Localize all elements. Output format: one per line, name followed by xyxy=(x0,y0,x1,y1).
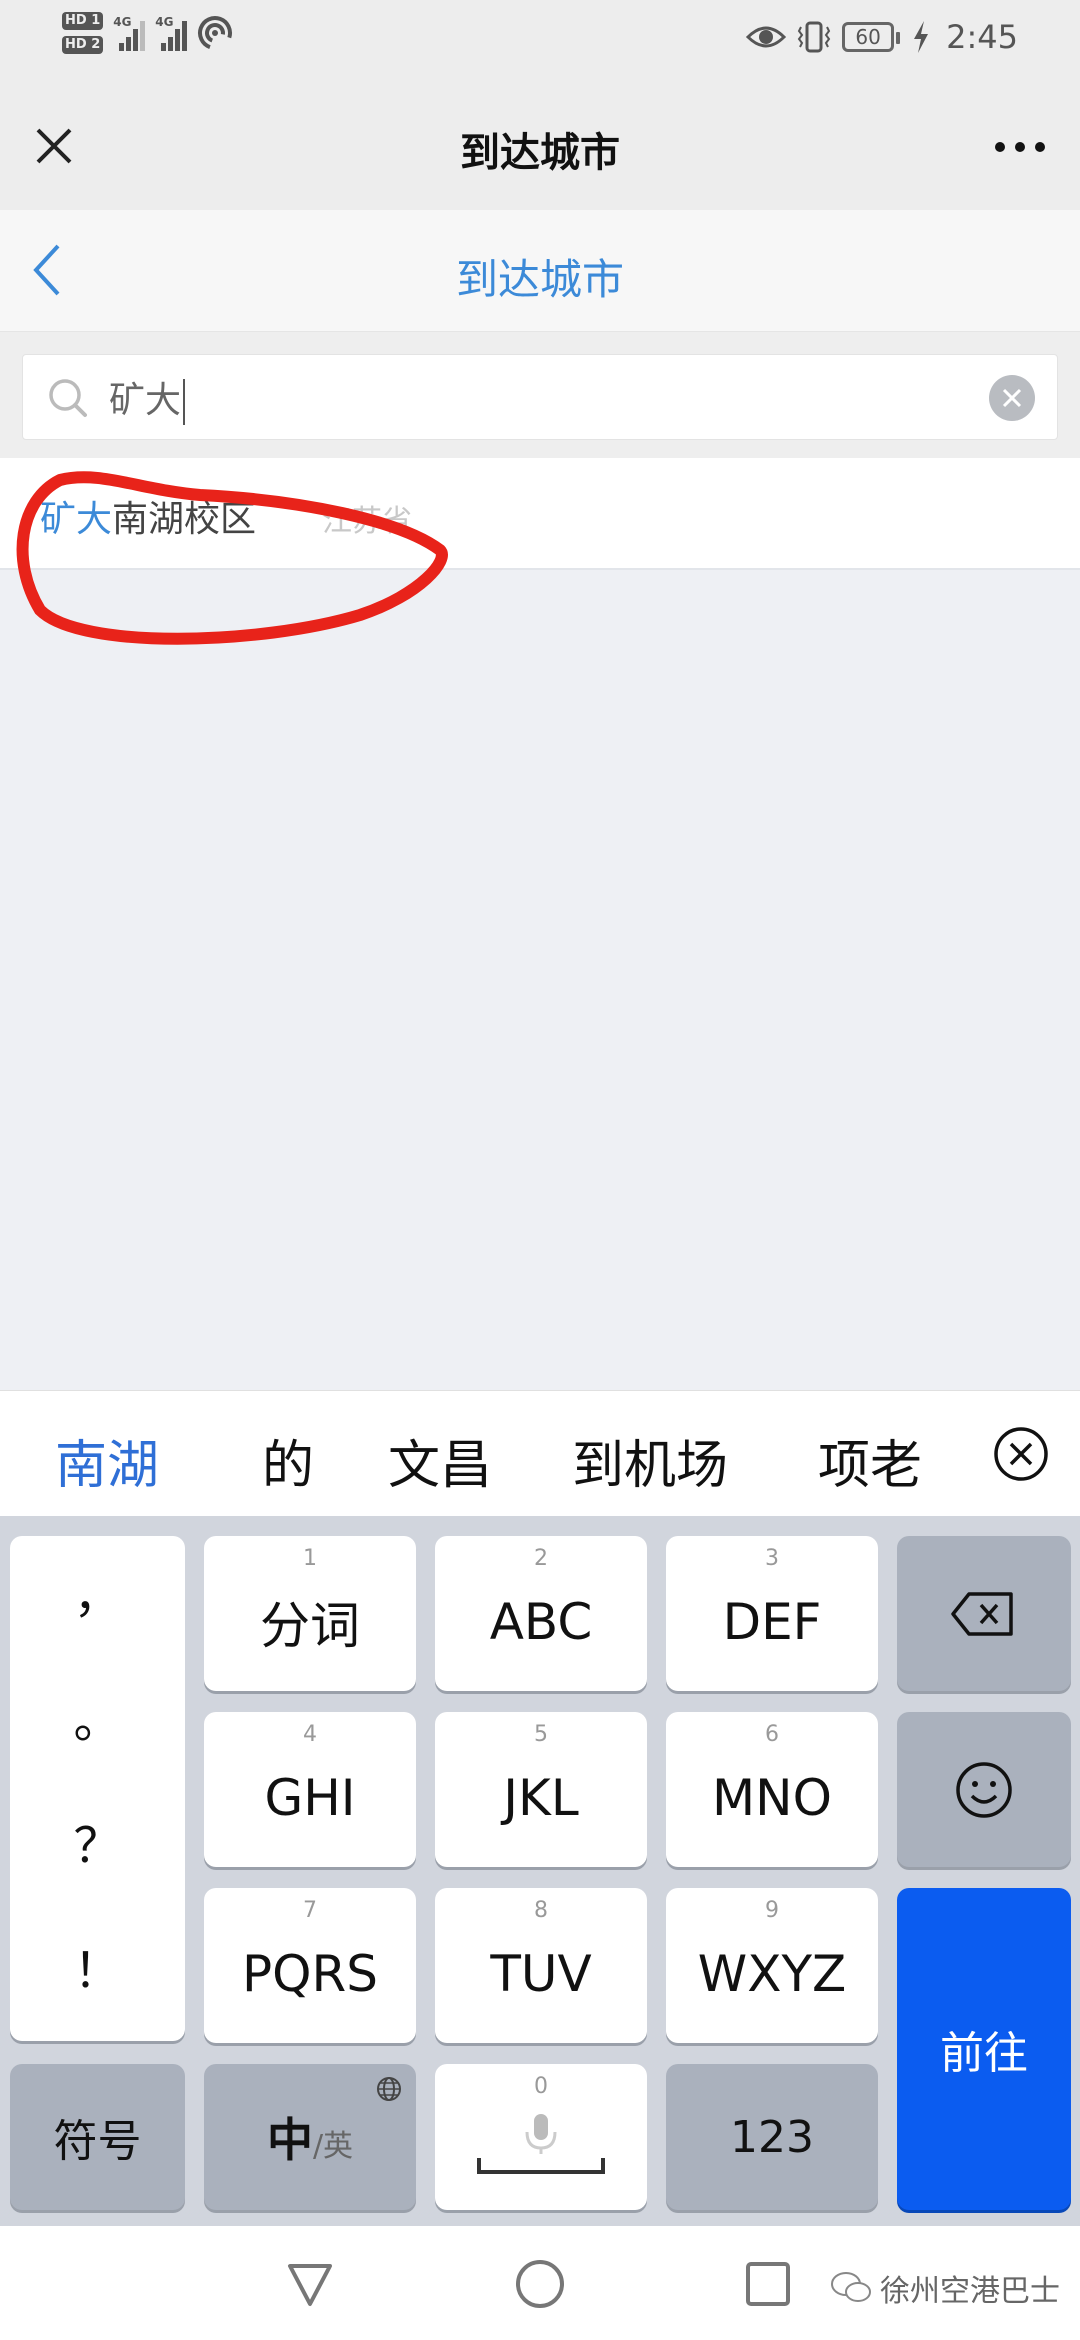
sub-navbar: 到达城市 xyxy=(0,210,1080,332)
app-header: 到达城市 xyxy=(0,80,1080,210)
hotspot-icon xyxy=(198,16,233,50)
candidate-item[interactable]: 到机场 xyxy=(572,1423,728,1498)
backspace-icon xyxy=(951,1591,1013,1636)
candidate-item[interactable]: 的 xyxy=(262,1423,314,1498)
punctuation-column[interactable]: ， 。 ？ ！ xyxy=(10,1536,185,2041)
signal-icon-1: 4G xyxy=(113,15,146,51)
clear-search-button[interactable] xyxy=(989,375,1035,421)
back-triangle-icon[interactable] xyxy=(280,2254,340,2314)
empty-content-area xyxy=(0,570,1080,1390)
system-nav-bar: 徐州空港巴士 xyxy=(0,2226,1080,2340)
globe-icon xyxy=(377,2077,401,2101)
clock: 2:45 xyxy=(946,18,1018,56)
watermark: 徐州空港巴士 xyxy=(830,2266,1060,2310)
subnav-title: 到达城市 xyxy=(455,255,624,304)
emoji-icon xyxy=(956,1761,1012,1818)
wechat-icon xyxy=(831,2272,871,2302)
backspace-key[interactable] xyxy=(897,1536,1071,1691)
search-input[interactable]: 矿大 xyxy=(109,371,969,425)
recents-square-icon[interactable] xyxy=(738,2254,798,2314)
status-left: HD 1 HD 2 4G 4G xyxy=(62,12,233,54)
key-3[interactable]: 3 DEF xyxy=(666,1536,878,1691)
ime-keyboard: ， 。 ？ ！ 1 分词 2 ABC 3 DEF 4 GHI 5 JKL 6 M… xyxy=(0,1516,1080,2226)
microphone-icon xyxy=(525,2114,557,2154)
key-9[interactable]: 9 WXYZ xyxy=(666,1888,878,2043)
punct-period-key[interactable]: 。 xyxy=(10,1681,185,1751)
key-1[interactable]: 1 分词 xyxy=(204,1536,416,1691)
battery-indicator: 60 xyxy=(842,22,901,52)
result-name-highlight: 矿大 xyxy=(40,499,113,540)
key-2[interactable]: 2 ABC xyxy=(435,1536,647,1691)
symbols-key[interactable]: 符号 xyxy=(10,2064,185,2210)
eye-icon xyxy=(746,26,787,48)
candidate-item[interactable]: 项老 xyxy=(818,1423,930,1498)
sim1-indicator: HD 1 xyxy=(62,12,104,30)
search-section: 矿大 xyxy=(0,332,1080,458)
sim-indicators: HD 1 HD 2 xyxy=(62,12,104,54)
key-8[interactable]: 8 TUV xyxy=(435,1888,647,2043)
signal-icon-2: 4G xyxy=(155,15,188,51)
key-4[interactable]: 4 GHI xyxy=(204,1712,416,1867)
go-button[interactable]: 前往 xyxy=(897,1888,1071,2210)
emoji-key[interactable] xyxy=(897,1712,1071,1867)
result-name-rest: 南湖校区 xyxy=(112,499,257,540)
text-caret xyxy=(183,379,186,425)
clear-icon xyxy=(1002,388,1022,408)
search-box[interactable]: 矿大 xyxy=(22,354,1058,440)
result-name: 矿大南湖校区 xyxy=(40,490,256,542)
key-5[interactable]: 5 JKL xyxy=(435,1712,647,1867)
space-key[interactable]: 0 xyxy=(435,2064,647,2210)
more-icon xyxy=(995,142,1005,152)
home-circle-icon[interactable] xyxy=(510,2254,570,2314)
sim2-indicator: HD 2 xyxy=(62,36,104,54)
candidate-item[interactable]: 文昌 xyxy=(388,1423,492,1498)
result-item[interactable]: 矿大南湖校区 江苏省 xyxy=(0,458,1080,570)
candidate-item[interactable]: 南湖 xyxy=(55,1423,159,1498)
key-7[interactable]: 7 PQRS xyxy=(204,1888,416,2043)
punct-comma-key[interactable]: ， xyxy=(10,1556,185,1626)
space-bar-icon xyxy=(477,2158,605,2174)
result-province: 江苏省 xyxy=(322,504,412,539)
close-candidates-icon[interactable] xyxy=(992,1425,1050,1483)
punct-exclaim-key[interactable]: ！ xyxy=(10,1931,185,2001)
status-right: 60 2:45 xyxy=(746,18,1018,56)
language-toggle-key[interactable]: 中/英 xyxy=(204,2064,416,2210)
vibrate-icon xyxy=(797,21,831,53)
search-icon xyxy=(49,379,87,417)
number-mode-key[interactable]: 123 xyxy=(666,2064,878,2210)
ime-candidate-bar: 南湖 的 文昌 到机场 项老 xyxy=(0,1390,1080,1516)
status-bar: HD 1 HD 2 4G 4G 60 2:45 xyxy=(0,0,1080,80)
charging-icon xyxy=(914,21,929,53)
punct-question-key[interactable]: ？ xyxy=(10,1806,185,1876)
page-title: 到达城市 xyxy=(460,130,620,176)
more-button[interactable] xyxy=(990,132,1050,162)
key-6[interactable]: 6 MNO xyxy=(666,1712,878,1867)
